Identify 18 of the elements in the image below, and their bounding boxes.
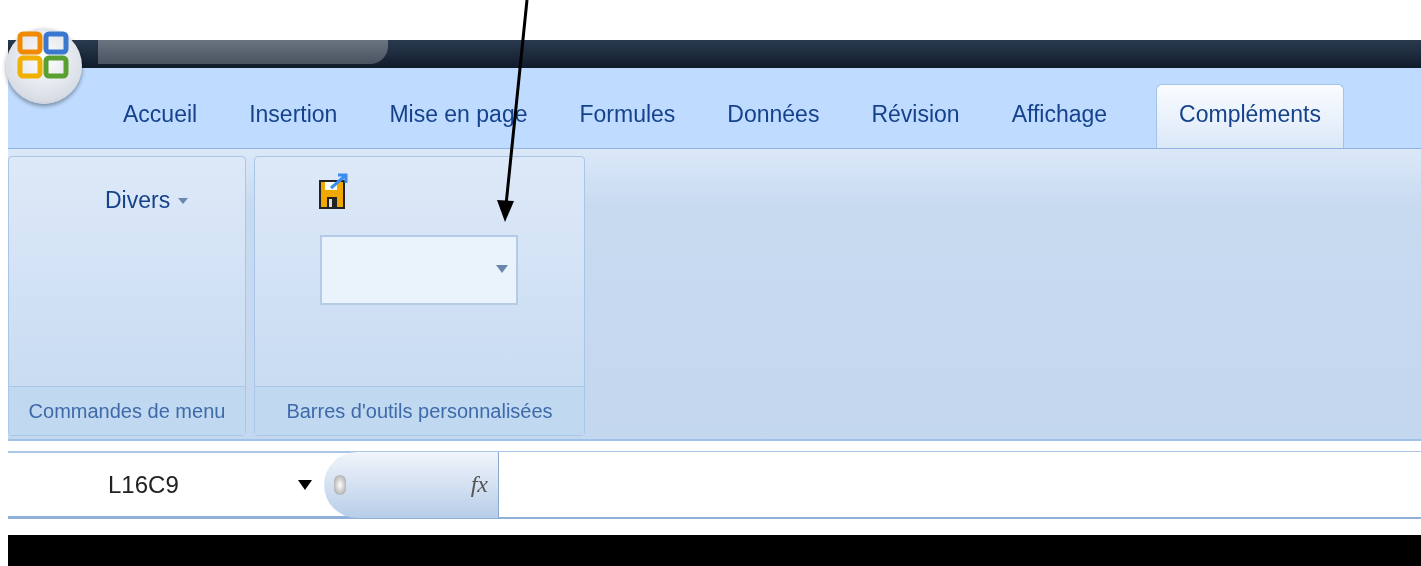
ribbon-tab[interactable]: Accueil: [100, 84, 221, 148]
floppy-disk-icon[interactable]: [319, 173, 349, 209]
divers-dropdown-button[interactable]: Divers: [101, 185, 193, 216]
insert-function-button[interactable]: fx: [324, 451, 499, 518]
group-label: Commandes de menu: [9, 386, 245, 435]
ribbon-tab[interactable]: Formules: [556, 84, 699, 148]
caret-icon: [496, 265, 508, 273]
office-button[interactable]: [6, 28, 82, 104]
caret-icon: [178, 197, 189, 204]
group-label: Barres d'outils personnalisées: [255, 386, 584, 435]
ribbon-tab[interactable]: Révision: [848, 84, 983, 148]
ribbon-tab[interactable]: Insertion: [226, 84, 361, 148]
ribbon-tab[interactable]: Données: [704, 84, 843, 148]
ribbon-tab[interactable]: Affichage: [988, 84, 1131, 148]
name-box[interactable]: L16C9: [8, 470, 298, 499]
caret-icon[interactable]: [298, 479, 312, 490]
formula-input[interactable]: [499, 452, 1421, 517]
ribbon-tab[interactable]: Compléments: [1156, 84, 1344, 148]
